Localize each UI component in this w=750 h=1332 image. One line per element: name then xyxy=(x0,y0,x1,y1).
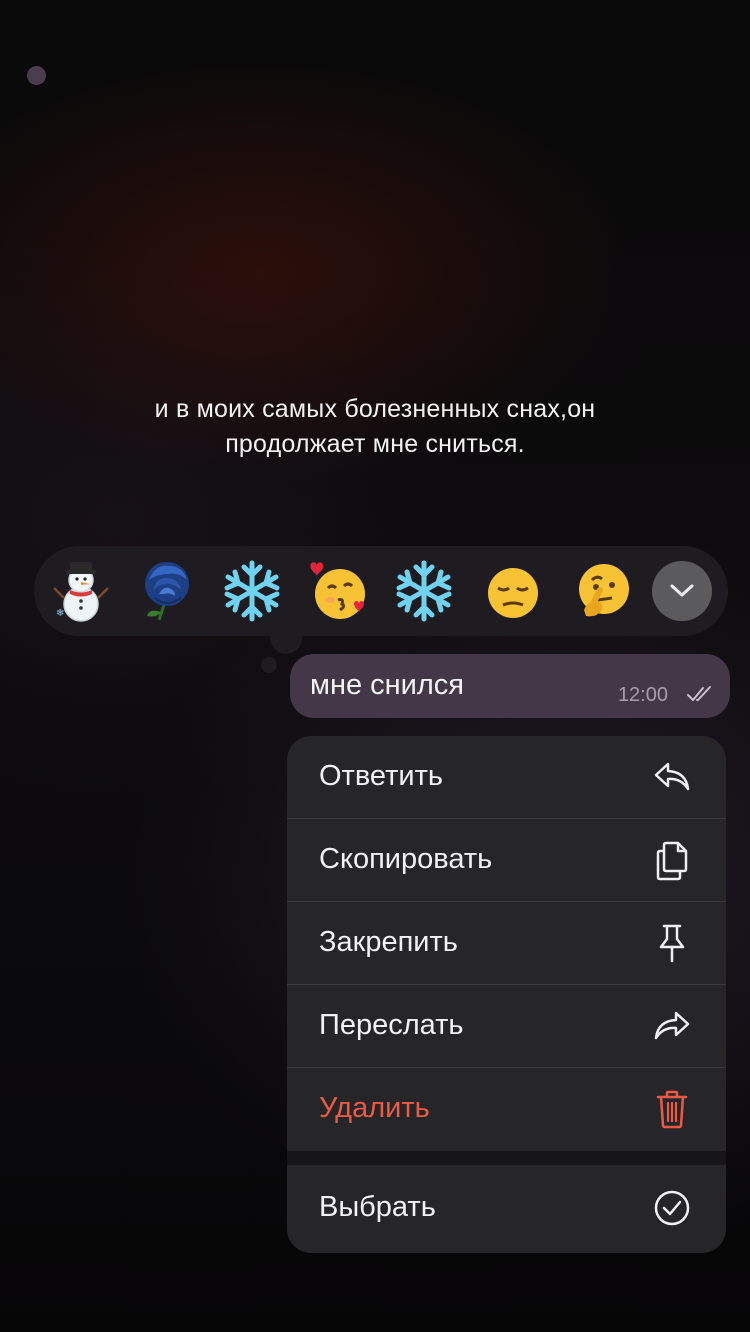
reaction-unamused-face[interactable] xyxy=(480,558,546,624)
menu-separator xyxy=(287,1151,726,1165)
menu-item-pin[interactable]: Закрепить xyxy=(287,902,726,985)
svg-text:❄: ❄ xyxy=(56,608,64,619)
thinking-face-emoji-icon xyxy=(579,564,629,617)
caption-line-2: продолжает мне сниться. xyxy=(225,430,525,458)
message-text: мне снился xyxy=(310,669,464,701)
reaction-picker-tail xyxy=(270,622,302,654)
reply-icon xyxy=(654,762,690,791)
menu-item-label: Ответить xyxy=(319,760,443,792)
snowman-emoji-icon: ❄ xyxy=(53,562,109,622)
context-menu: Ответить Скопировать Закрепить Переслать xyxy=(287,736,726,1253)
snowflake-emoji-icon xyxy=(396,560,452,622)
menu-item-label: Скопировать xyxy=(319,843,493,875)
reaction-picker-tail-small xyxy=(261,657,277,673)
menu-item-label: Закрепить xyxy=(319,926,458,958)
reaction-thinking-face[interactable] xyxy=(570,558,636,624)
menu-item-copy[interactable]: Скопировать xyxy=(287,819,726,902)
kissing-face-with-hearts-emoji-icon xyxy=(310,562,365,619)
menu-item-forward[interactable]: Переслать xyxy=(287,985,726,1068)
menu-item-label: Удалить xyxy=(319,1092,430,1124)
menu-item-label: Выбрать xyxy=(319,1191,436,1223)
reaction-snowflake-2[interactable] xyxy=(391,558,457,624)
checkmark-circle-icon xyxy=(654,1190,690,1226)
chevron-down-icon xyxy=(670,584,694,597)
double-check-icon xyxy=(687,686,711,701)
forward-icon xyxy=(654,1011,690,1040)
message-bubble[interactable]: мне снился 12:00 xyxy=(290,654,730,718)
caption-text: и в моих самых болезненных снах,он продо… xyxy=(0,392,750,462)
unamused-face-emoji-icon xyxy=(488,568,538,618)
menu-item-delete[interactable]: Удалить xyxy=(287,1068,726,1151)
reaction-snowflake-1[interactable] xyxy=(219,558,285,624)
trash-icon xyxy=(656,1090,688,1129)
caption-line-1: и в моих самых болезненных снах,он xyxy=(154,395,596,423)
message-time: 12:00 xyxy=(617,684,668,706)
expand-reactions-button[interactable] xyxy=(652,561,712,621)
reaction-snowman[interactable]: ❄ xyxy=(48,558,114,624)
reaction-blue-rose[interactable] xyxy=(134,558,200,624)
copy-icon xyxy=(656,841,688,881)
snowflake-emoji-icon xyxy=(224,560,280,622)
menu-item-reply[interactable]: Ответить xyxy=(287,736,726,819)
menu-item-label: Переслать xyxy=(319,1009,464,1041)
blue-rose-emoji-icon xyxy=(145,562,189,621)
pin-icon xyxy=(659,924,685,963)
menu-item-select[interactable]: Выбрать xyxy=(287,1165,726,1249)
reaction-kissing-face[interactable] xyxy=(304,558,370,624)
decorative-dot xyxy=(27,66,46,85)
